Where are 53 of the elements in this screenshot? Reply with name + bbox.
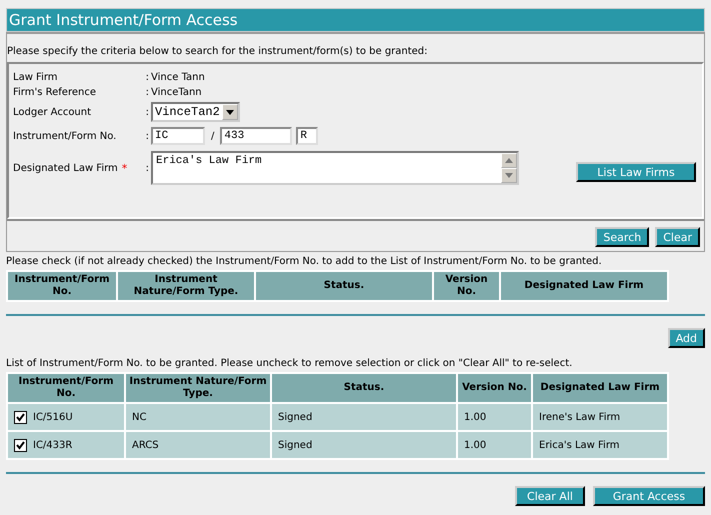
page-title: Grant Instrument/Form Access — [6, 8, 705, 32]
table-cell: 1.00 — [458, 432, 531, 458]
field-value: VinceTann — [151, 87, 202, 98]
button[interactable]: Clear — [655, 227, 700, 247]
table-cell: Erica's Law Firm — [533, 432, 667, 458]
table-cell: Signed — [272, 432, 456, 458]
field-label: Law Firm — [13, 72, 58, 83]
table-cell: IC/516U — [33, 412, 73, 422]
checkbox[interactable] — [14, 410, 27, 424]
table-cell: ARCS — [126, 432, 270, 458]
scroll-up-icon[interactable] — [501, 153, 517, 168]
instruction-text: Please specify the criteria below to search for the instrument/form(s) to be granted: — [7, 45, 429, 59]
colon: : — [144, 130, 149, 142]
button[interactable]: Add — [668, 328, 705, 348]
field-value: Vince Tann — [151, 72, 205, 83]
column-header: Instrument/Form No. — [8, 272, 116, 300]
dropdown[interactable]: VinceTan2 — [151, 102, 240, 122]
input-field[interactable]: IC — [151, 127, 205, 145]
button[interactable]: List Law Firms — [576, 162, 696, 182]
column-header: Instrument/Form No. — [8, 374, 124, 402]
checkbox[interactable] — [14, 438, 27, 452]
table-cell: 1.00 — [458, 404, 531, 430]
column-header: Version No. — [434, 272, 499, 300]
table-cell: IC/433R — [33, 440, 72, 450]
column-header: Instrument Nature/Form Type. — [126, 374, 270, 402]
colon: : — [144, 162, 149, 174]
colon: : — [144, 72, 149, 83]
instruction-text: List of Instrument/Form No. to be granted. Please uncheck to remove selection or click on "Clear All" to re-select. — [6, 357, 574, 371]
colon: : — [144, 106, 149, 118]
text-area[interactable]: Erica's Law Firm — [151, 151, 519, 185]
field-label: Instrument/Form No. — [13, 130, 116, 142]
required-mark: * — [122, 162, 128, 174]
input-field[interactable]: 433 — [220, 127, 292, 145]
column-header: Designated Law Firm — [533, 374, 667, 402]
column-header: Version No. — [458, 374, 531, 402]
field-label: Firm's Reference — [13, 87, 96, 98]
instruction-text: Please check (if not already checked) the Instrument/Form No. to add to the List of Instrument/Form No. to be granted. — [6, 255, 603, 269]
field-label: Lodger Account — [13, 106, 92, 118]
column-header: Status. — [272, 374, 456, 402]
table-cell: Signed — [272, 404, 456, 430]
table-cell: NC — [126, 404, 270, 430]
button[interactable]: Search — [595, 227, 650, 247]
colon: : — [144, 87, 149, 98]
input-field[interactable]: R — [296, 127, 318, 145]
scroll-down-icon[interactable] — [501, 168, 517, 183]
field-label: Designated Law Firm — [13, 162, 118, 174]
column-header: Status. — [256, 272, 432, 300]
column-header: Designated Law Firm — [501, 272, 667, 300]
column-header: Instrument Nature/Form Type. — [118, 272, 254, 300]
table-cell: Irene's Law Firm — [533, 404, 667, 430]
button[interactable]: Grant Access — [593, 486, 705, 506]
slash: / — [211, 130, 214, 142]
button[interactable]: Clear All — [515, 486, 585, 506]
